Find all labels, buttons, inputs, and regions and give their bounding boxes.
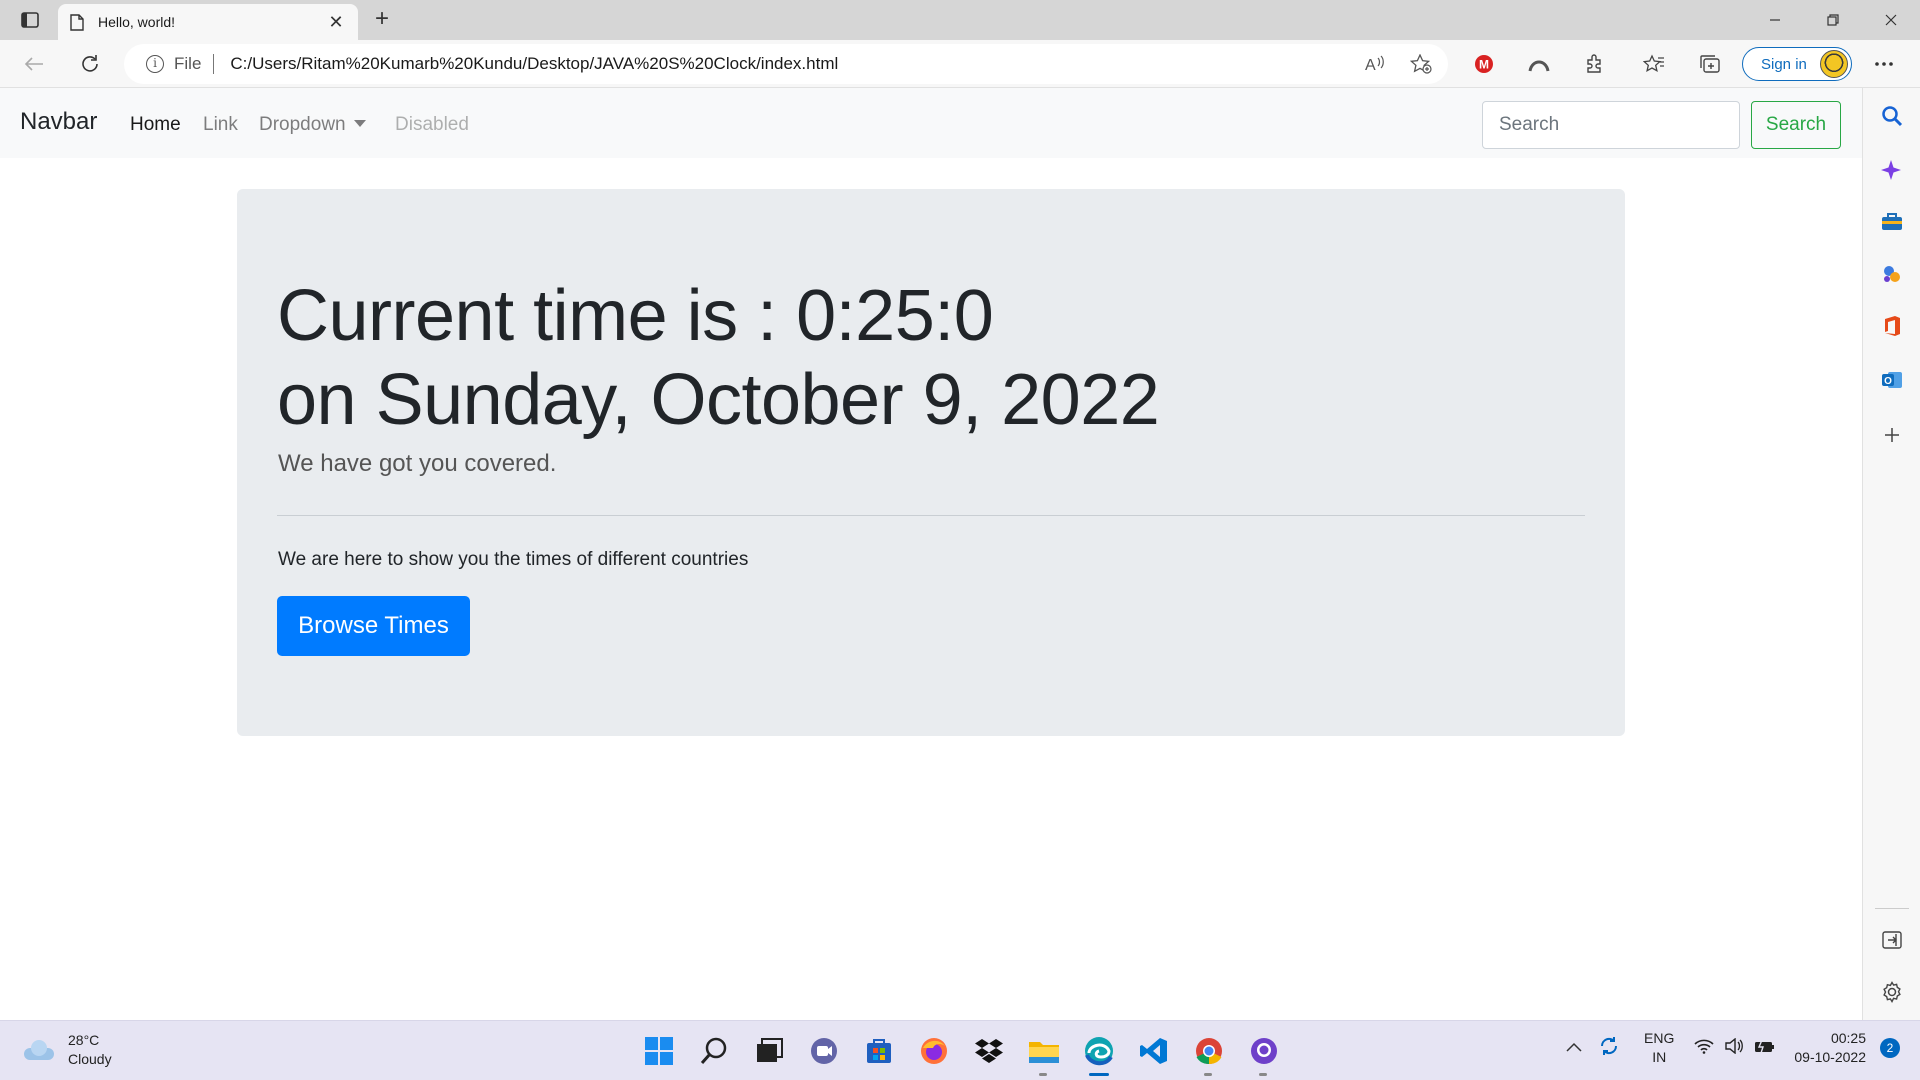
minimize-icon[interactable] [1746,0,1804,40]
windows-taskbar: 28°C Cloudy ENG IN 00:25 09-10-2022 2 [0,1020,1920,1080]
firefox-icon[interactable] [915,1033,952,1069]
svg-text:O: O [1884,376,1892,387]
add-sidebar-app-icon[interactable] [1880,423,1904,447]
lead-text: We have got you covered. [278,450,557,477]
new-tab-icon[interactable]: + [368,6,396,34]
extension-arc-icon[interactable] [1525,50,1553,78]
edge-icon[interactable] [1080,1033,1117,1076]
address-bar[interactable]: i File C:/Users/Ritam%20Kumarb%20Kundu/D… [124,44,1448,84]
vscode-icon[interactable] [1135,1033,1172,1069]
refresh-icon[interactable] [76,50,104,78]
browser-titlebar: Hello, world! ✕ + [0,0,1920,40]
tab-title: Hello, world! [98,14,176,30]
microsoft-store-icon[interactable] [860,1033,897,1069]
navbar-brand[interactable]: Navbar [20,108,97,136]
more-options-icon[interactable] [1870,50,1898,78]
address-separator [213,54,215,74]
dropbox-icon[interactable] [970,1033,1007,1069]
window-controls [1746,0,1920,40]
wifi-icon[interactable] [1694,1038,1714,1059]
search-input[interactable] [1482,101,1740,149]
clock-time: 00:25 [1830,1030,1866,1046]
input-language[interactable]: ENG IN [1644,1029,1674,1067]
sign-in-label: Sign in [1761,55,1807,73]
add-favorite-icon[interactable] [1409,53,1432,79]
weather-temperature: 28°C [68,1032,100,1048]
read-aloud-icon[interactable]: A [1364,54,1386,79]
close-window-icon[interactable] [1862,0,1920,40]
tools-briefcase-icon[interactable] [1880,210,1904,234]
current-date-heading: on Sunday, October 9, 2022 [277,360,1160,440]
start-windows-icon[interactable] [640,1033,677,1069]
browser-toolbar: i File C:/Users/Ritam%20Kumarb%20Kundu/D… [0,40,1920,88]
caret-down-icon [353,120,366,127]
site-info-icon[interactable]: i [146,55,164,73]
show-hidden-icons-icon[interactable] [1566,1039,1582,1057]
divider [277,515,1585,516]
back-icon[interactable] [20,50,48,78]
extension-m-icon[interactable]: M [1470,50,1498,78]
current-time-heading: Current time is : 0:25:0 [277,276,994,356]
navbar: Navbar Home Link Dropdown Disabled Searc… [0,88,1862,158]
language-code: ENG [1644,1030,1675,1046]
taskbar-apps [640,1033,1282,1076]
teams-chat-icon[interactable] [805,1033,842,1069]
github-desktop-icon[interactable] [1245,1033,1282,1076]
nav-link-link[interactable]: Link [203,114,238,136]
weather-description: Cloudy [68,1051,112,1067]
nav-dropdown-label: Dropdown [259,114,346,135]
cloud-icon [22,1040,56,1060]
region-code: IN [1652,1049,1667,1065]
edge-sidebar: O [1862,88,1920,1020]
sync-icon[interactable] [1598,1035,1620,1062]
sign-in-button[interactable]: Sign in [1742,47,1852,81]
browser-tab[interactable]: Hello, world! ✕ [58,4,358,40]
url-text[interactable]: C:/Users/Ritam%20Kumarb%20Kundu/Desktop/… [230,54,838,74]
chrome-icon[interactable] [1190,1033,1227,1076]
search-icon[interactable] [1880,104,1904,128]
scheme-label: File [174,54,202,73]
favorites-icon[interactable] [1640,50,1668,78]
sidebar-divider [1875,908,1909,909]
volume-icon[interactable] [1724,1037,1744,1059]
tab-close-icon[interactable]: ✕ [326,12,346,33]
copilot-sparkle-icon[interactable] [1880,158,1904,182]
extensions-icon[interactable] [1580,50,1608,78]
system-tray: ENG IN 00:25 09-10-2022 2 [1566,1029,1900,1067]
restore-icon[interactable] [1804,0,1862,40]
clock-date: 09-10-2022 [1794,1049,1866,1065]
notification-badge[interactable]: 2 [1880,1038,1900,1058]
taskbar-clock[interactable]: 00:25 09-10-2022 [1794,1029,1866,1067]
games-icon[interactable] [1880,262,1904,286]
svg-text:M: M [1479,58,1489,72]
hide-sidebar-icon[interactable] [1880,928,1904,952]
search-button[interactable]: Search [1751,101,1841,149]
outlook-icon[interactable]: O [1880,368,1904,392]
nav-link-disabled: Disabled [395,114,469,135]
nav-dropdown[interactable]: Dropdown [259,114,366,136]
settings-gear-icon[interactable] [1880,980,1904,1004]
description-text: We are here to show you the times of dif… [278,549,749,570]
taskbar-search-icon[interactable] [695,1033,732,1069]
svg-text:A: A [1365,57,1376,74]
collections-icon[interactable] [1696,50,1724,78]
office-icon[interactable] [1880,314,1904,338]
jumbotron: Current time is : 0:25:0 on Sunday, Octo… [237,189,1625,736]
task-view-icon[interactable] [750,1033,787,1069]
tab-actions-icon[interactable] [16,8,44,32]
page-icon [70,13,84,31]
battery-charging-icon[interactable] [1754,1038,1776,1059]
weather-widget[interactable]: 28°C Cloudy [22,1031,112,1069]
browse-times-button[interactable]: Browse Times [277,596,470,656]
nav-link-home[interactable]: Home [130,114,181,136]
profile-avatar [1820,50,1848,78]
page-viewport: Navbar Home Link Dropdown Disabled Searc… [0,88,1862,1020]
file-explorer-icon[interactable] [1025,1033,1062,1076]
